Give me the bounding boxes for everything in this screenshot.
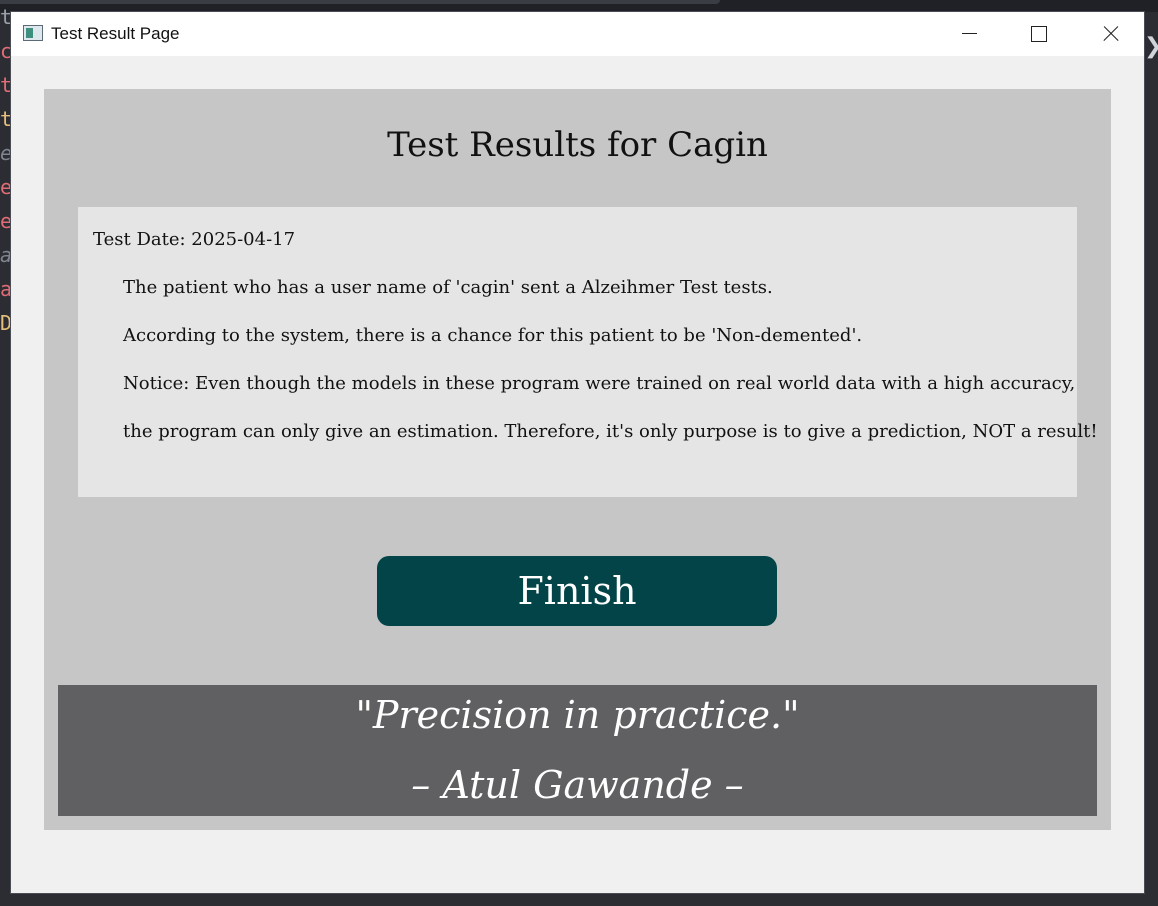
- result-paragraph: the program can only give an estimation.…: [123, 421, 1098, 442]
- quote-author: – Atul Gawande –: [411, 763, 744, 807]
- finish-button[interactable]: Finish: [377, 556, 777, 626]
- minimize-button[interactable]: [939, 12, 999, 56]
- background-editor-bottom: [0, 893, 1158, 906]
- page-title: Test Results for Cagin: [387, 125, 768, 165]
- result-paragraph: Notice: Even though the models in these …: [123, 373, 1076, 394]
- quote-banner: "Precision in practice." – Atul Gawande …: [58, 685, 1097, 816]
- maximize-button[interactable]: [1009, 12, 1069, 56]
- chevron-right-icon: ❯: [1144, 34, 1158, 59]
- result-paragraph: The patient who has a user name of 'cagi…: [123, 277, 773, 298]
- result-details-box: Test Date: 2025-04-17 The patient who ha…: [78, 207, 1098, 497]
- close-button[interactable]: [1079, 12, 1139, 56]
- window-title: Test Result Page: [51, 24, 180, 43]
- test-result-window: Test Result Page Test Results for Cagin …: [11, 12, 1144, 893]
- results-panel: Test Results for Cagin Test Date: 2025-0…: [44, 89, 1111, 830]
- background-editor-topbar: [0, 0, 1158, 12]
- test-date: Test Date: 2025-04-17: [93, 229, 296, 250]
- result-paragraph: According to the system, there is a chan…: [123, 325, 863, 346]
- app-window-icon: [23, 25, 43, 41]
- quote-text: "Precision in practice.": [355, 693, 800, 737]
- title-bar[interactable]: Test Result Page: [11, 12, 1144, 56]
- background-editor-tab: [0, 0, 720, 4]
